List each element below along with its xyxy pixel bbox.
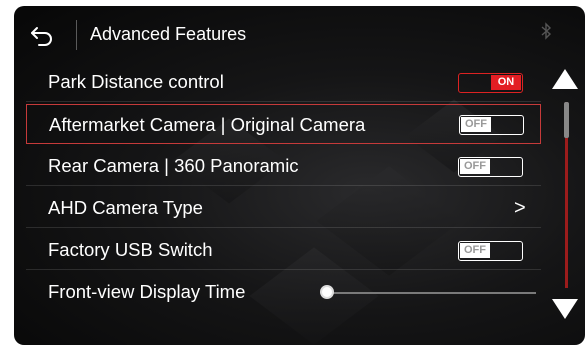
scroll-down-icon[interactable] (551, 298, 579, 320)
toggle-state: ON (491, 75, 521, 90)
setting-aftermarket-camera[interactable]: Aftermarket Camera | Original Camera OFF (26, 104, 541, 144)
scrollbar-thumb[interactable] (564, 102, 569, 138)
back-button[interactable] (28, 22, 58, 48)
screen: Advanced Features Park Distance control … (14, 6, 585, 345)
scroll-up-icon[interactable] (551, 68, 579, 90)
page-title: Advanced Features (90, 24, 247, 44)
display-time-slider-track[interactable] (326, 292, 536, 294)
setting-rear-camera[interactable]: Rear Camera | 360 Panoramic OFF (26, 146, 541, 186)
setting-label: AHD Camera Type (48, 197, 203, 218)
back-icon (31, 27, 52, 46)
setting-park-distance-control[interactable]: Park Distance control ON (26, 62, 541, 102)
bluetooth-icon (541, 22, 552, 40)
toggle-state: OFF (461, 117, 491, 132)
park-distance-toggle[interactable]: ON (458, 73, 523, 93)
header-divider (76, 20, 77, 50)
display-time-slider-knob[interactable] (320, 285, 334, 299)
setting-factory-usb-switch[interactable]: Factory USB Switch OFF (26, 230, 541, 270)
setting-label: Front-view Display Time (48, 281, 246, 302)
toggle-state: OFF (460, 243, 490, 258)
setting-label: Rear Camera | 360 Panoramic (48, 155, 299, 176)
setting-label: Factory USB Switch (48, 239, 213, 260)
toggle-state: OFF (460, 159, 490, 174)
setting-label: Park Distance control (48, 71, 224, 92)
setting-ahd-camera-type[interactable]: AHD Camera Type > (26, 188, 541, 228)
factory-usb-toggle[interactable]: OFF (458, 241, 523, 261)
header: Advanced Features (14, 6, 585, 62)
chevron-right-icon: > (514, 197, 526, 219)
rear-camera-toggle[interactable]: OFF (458, 157, 523, 177)
setting-front-view-display-time: Front-view Display Time (26, 272, 541, 312)
aftermarket-camera-toggle[interactable]: OFF (459, 115, 524, 135)
setting-label: Aftermarket Camera | Original Camera (49, 114, 366, 135)
